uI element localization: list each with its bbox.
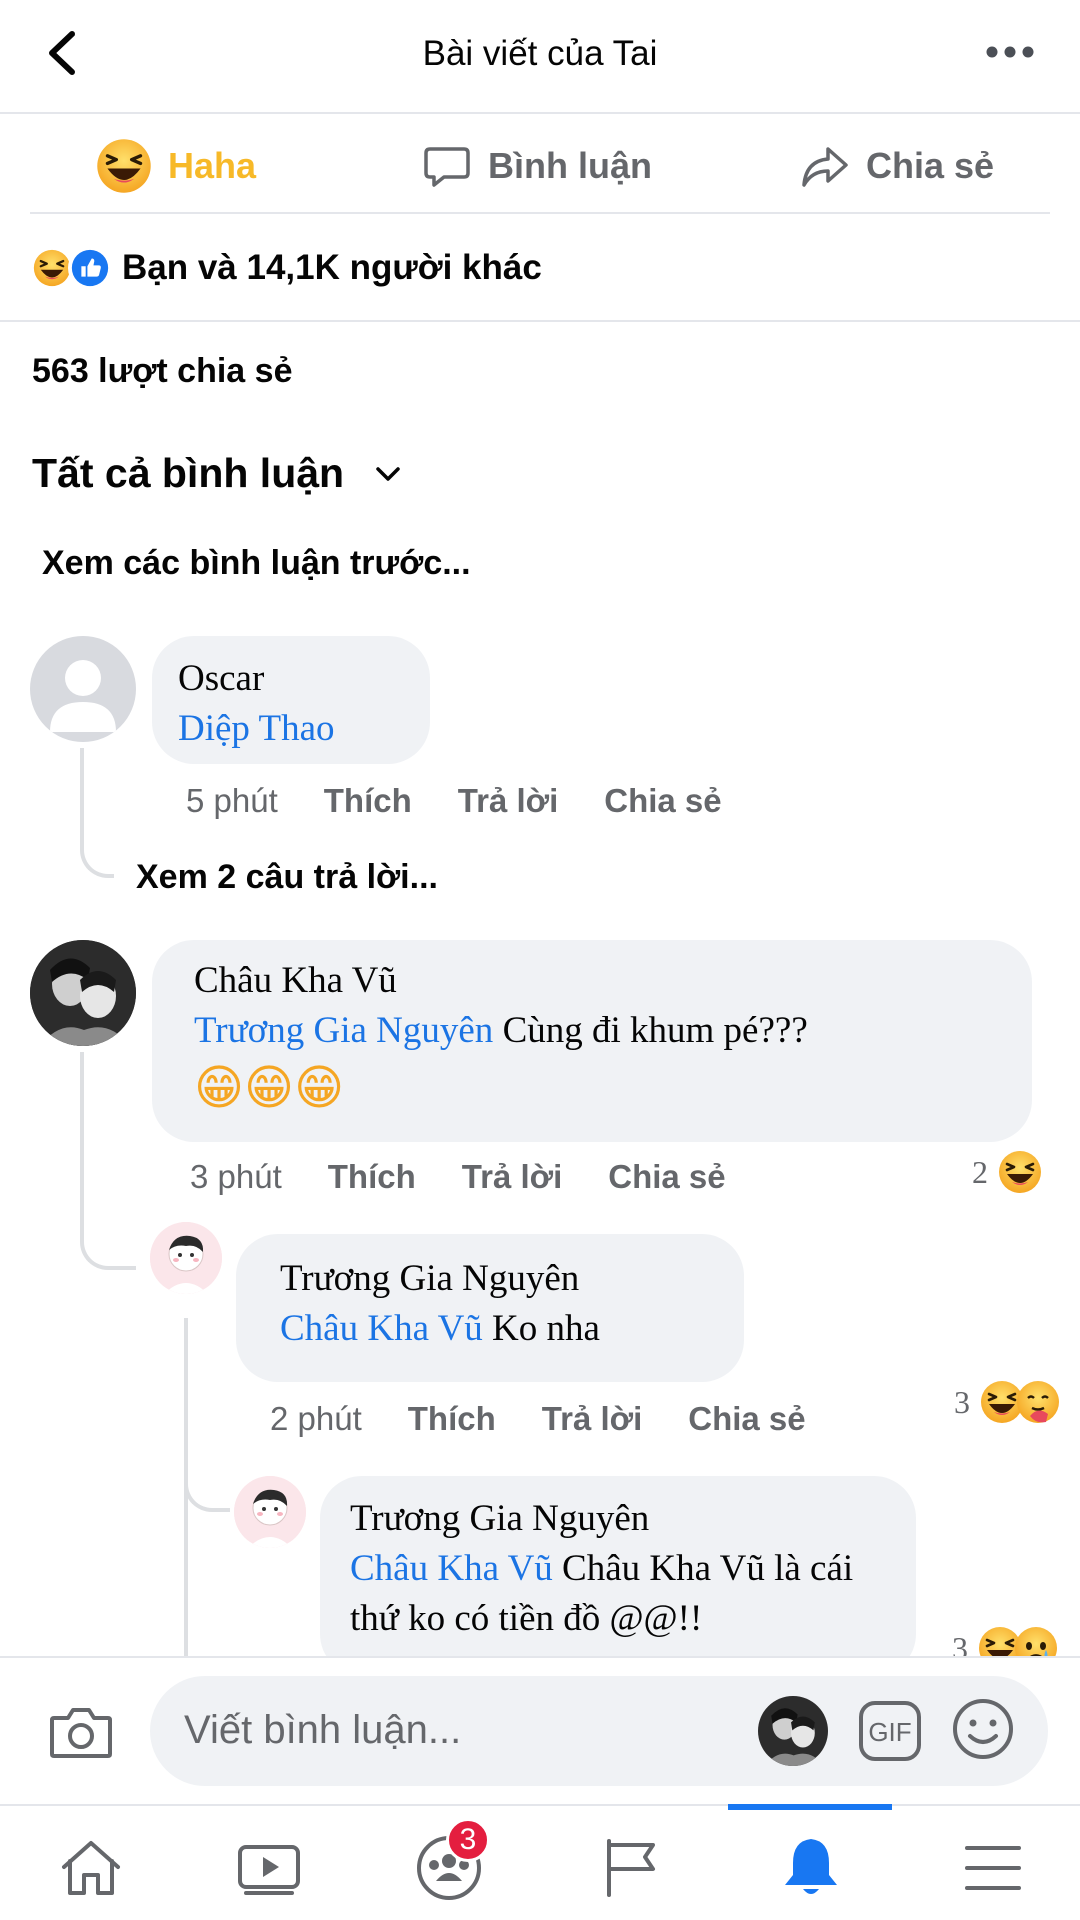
- avatar[interactable]: [758, 1696, 828, 1766]
- haha-reaction-button[interactable]: Haha: [96, 118, 256, 214]
- nav-notifications[interactable]: [766, 1828, 856, 1908]
- camera-button[interactable]: [48, 1704, 114, 1765]
- like-link[interactable]: Thích: [408, 1400, 496, 1438]
- nav-home[interactable]: [46, 1828, 136, 1908]
- gif-button[interactable]: GIF: [858, 1700, 922, 1767]
- comment-reaction-count[interactable]: 3: [954, 1379, 1061, 1425]
- avatar[interactable]: [150, 1222, 222, 1294]
- bottom-navigation: 3: [0, 1804, 1080, 1920]
- comment-bubble[interactable]: Trương Gia Nguyên Châu Kha Vũ Châu Kha V…: [320, 1476, 916, 1676]
- share-icon: [802, 147, 848, 187]
- haha-icon: [96, 138, 152, 194]
- bell-icon: [785, 1839, 837, 1894]
- emoji-button[interactable]: [950, 1696, 1016, 1767]
- video-play-icon: [238, 1845, 300, 1895]
- comment-icon: [424, 147, 470, 187]
- comment-time: 2 phút: [270, 1400, 362, 1437]
- comment-author[interactable]: Châu Kha Vũ: [194, 956, 990, 1006]
- haha-icon: [997, 1149, 1043, 1195]
- reply-mention[interactable]: Châu Kha Vũ: [350, 1548, 553, 1589]
- reply-author[interactable]: Trương Gia Nguyên: [350, 1494, 886, 1544]
- comment-bubble[interactable]: Trương Gia Nguyên Châu Kha Vũ Ko nha: [236, 1234, 744, 1382]
- comment-author[interactable]: Oscar: [178, 654, 404, 704]
- comment-mention[interactable]: Diệp Thao: [178, 708, 335, 749]
- smiley-icon: [953, 1699, 1013, 1759]
- user-photo: [758, 1696, 828, 1766]
- share-link[interactable]: Chia sẻ: [688, 1400, 805, 1438]
- camera-icon: [50, 1708, 112, 1758]
- nav-menu[interactable]: [948, 1828, 1038, 1908]
- more-dots-icon: [986, 46, 1034, 58]
- avatar[interactable]: [30, 636, 136, 742]
- share-link[interactable]: Chia sẻ: [608, 1158, 725, 1196]
- page-title: Bài viết của Tai: [422, 34, 658, 73]
- like-link[interactable]: Thích: [324, 782, 412, 820]
- comment-filter-label: Tất cả bình luận: [32, 450, 345, 496]
- view-replies-link[interactable]: Xem 2 câu trả lời...: [136, 858, 438, 897]
- thread-line: [80, 748, 114, 878]
- comment-bubble[interactable]: Châu Kha Vũ Trương Gia Nguyên Cùng đi kh…: [152, 940, 1032, 1142]
- share-link[interactable]: Chia sẻ: [604, 782, 721, 820]
- like-icon: [68, 246, 112, 290]
- share-button[interactable]: Chia sẻ: [800, 118, 994, 214]
- chevron-down-icon: [376, 466, 400, 481]
- reply-link[interactable]: Trả lời: [458, 782, 559, 820]
- active-tab-indicator: [728, 1804, 892, 1810]
- share-label: Chia sẻ: [866, 145, 995, 186]
- avatar[interactable]: [30, 940, 136, 1046]
- comment-filter-dropdown[interactable]: Tất cả bình luận: [32, 450, 402, 497]
- like-link[interactable]: Thích: [328, 1158, 416, 1196]
- care-icon: [1015, 1379, 1061, 1425]
- reply-mention[interactable]: Châu Kha Vũ: [280, 1308, 483, 1349]
- view-previous-comments-link[interactable]: Xem các bình luận trước...: [42, 544, 471, 583]
- comment-meta: 5 phút Thích Trả lời Chia sẻ: [186, 782, 722, 820]
- avatar[interactable]: [234, 1476, 306, 1548]
- flag-icon: [607, 1839, 655, 1897]
- home-icon: [62, 1841, 120, 1895]
- reply-link[interactable]: Trả lời: [542, 1400, 643, 1438]
- nav-watch[interactable]: [224, 1828, 314, 1908]
- comment-text: Cùng đi khum pé???: [493, 1010, 808, 1051]
- reaction-count-text: 2: [972, 1153, 988, 1190]
- nav-pages[interactable]: [586, 1828, 676, 1908]
- comment-label: Bình luận: [488, 145, 652, 186]
- gif-icon: GIF: [859, 1701, 921, 1761]
- reactions-summary-text: Bạn và 14,1K người khác: [122, 248, 542, 287]
- comment-input[interactable]: Viết bình luận... GIF: [150, 1676, 1048, 1786]
- comment-mention[interactable]: Trương Gia Nguyên: [194, 1010, 493, 1051]
- hamburger-menu-icon: [965, 1846, 1021, 1890]
- reaction-count-text: 3: [954, 1383, 970, 1420]
- default-avatar-icon: [50, 660, 116, 732]
- comment-composer: Viết bình luận... GIF: [0, 1656, 1080, 1804]
- comment-time: 3 phút: [190, 1158, 282, 1195]
- reactions-summary[interactable]: Bạn và 14,1K người khác: [0, 216, 1080, 322]
- comment-meta: 2 phút Thích Trả lời Chia sẻ: [270, 1400, 806, 1438]
- user-photo: [234, 1476, 306, 1548]
- nav-groups[interactable]: 3: [404, 1818, 494, 1908]
- comment-bubble[interactable]: Oscar Diệp Thao: [152, 636, 430, 764]
- comment-meta: 3 phút Thích Trả lời Chia sẻ: [190, 1158, 726, 1196]
- thread-line: [184, 1440, 230, 1512]
- reply-author[interactable]: Trương Gia Nguyên: [280, 1254, 700, 1304]
- haha-label: Haha: [168, 145, 257, 186]
- comment-button[interactable]: Bình luận: [422, 118, 652, 214]
- comment-reaction-count[interactable]: 2: [972, 1149, 1043, 1195]
- post-action-row: Haha Bình luận Chia sẻ: [30, 118, 1050, 214]
- reply-link[interactable]: Trả lời: [462, 1158, 563, 1196]
- reaction-icons: [30, 246, 112, 290]
- reply-text: Ko nha: [482, 1308, 600, 1349]
- more-button[interactable]: [980, 30, 1040, 74]
- thread-line: [80, 1052, 136, 1270]
- comment-time: 5 phút: [186, 782, 278, 819]
- user-photo: [150, 1222, 222, 1294]
- user-photo: [30, 940, 136, 1046]
- notification-badge: 3: [446, 1818, 490, 1862]
- gif-label: GIF: [868, 1717, 911, 1747]
- top-bar: Bài viết của Tai: [0, 0, 1080, 114]
- shares-count[interactable]: 563 lượt chia sẻ: [32, 352, 292, 391]
- comment-emoji: 😁😁😁: [194, 1060, 345, 1116]
- comment-input-placeholder: Viết bình luận...: [184, 1708, 462, 1752]
